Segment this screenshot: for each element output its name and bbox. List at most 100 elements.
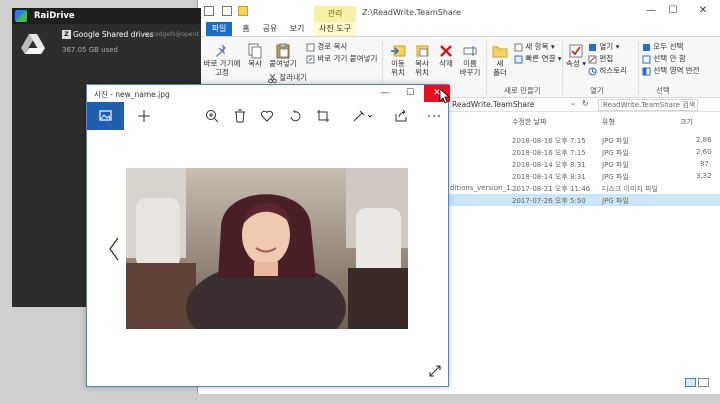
heart-icon [260, 110, 274, 122]
photos-viewer-window: 사진 - new_name.jpg — ☐ ✕ [86, 84, 450, 387]
open-button[interactable]: 열기 ▾ [588, 41, 619, 52]
raidrive-title: RaiDrive [34, 11, 75, 21]
file-date: 2017-08-21 오후 11:46 [512, 185, 591, 193]
google-drive-icon[interactable] [20, 32, 46, 56]
new-folder-icon[interactable] [238, 6, 248, 16]
folder-icon[interactable] [204, 6, 214, 16]
column-date[interactable]: 수정한 날짜 [512, 117, 546, 127]
file-type: JPG 파일 [602, 173, 629, 181]
file-size: 2,86 [696, 136, 712, 144]
file-row[interactable]: 2018-08-16 오후 7:15 JPG 파일 2,86 [448, 134, 720, 146]
tab-share[interactable]: 공유 [258, 22, 282, 36]
file-type: JPG 파일 [602, 137, 629, 145]
tab-home[interactable]: 홈 [236, 22, 256, 36]
zoom-button[interactable] [204, 108, 220, 124]
edit-create-button[interactable] [351, 108, 375, 124]
fullscreen-icon[interactable] [428, 364, 442, 378]
tab-picture-tools[interactable]: 사진 도구 [314, 22, 356, 36]
more-options-button[interactable] [426, 108, 442, 124]
select-none-button[interactable]: 선택 안 함 [642, 53, 686, 64]
minimize-button[interactable]: — [372, 85, 398, 102]
column-size[interactable]: 크기 [680, 117, 693, 127]
rotate-button[interactable] [287, 108, 303, 124]
raidrive-header: RaiDrive [12, 8, 201, 24]
invert-selection-button[interactable]: 선택 영역 반전 [642, 65, 700, 76]
file-size: 87 [700, 160, 709, 168]
properties-icon[interactable] [222, 6, 232, 16]
maximize-button[interactable]: ☐ [662, 4, 684, 18]
copy-path-button[interactable]: 경로 복사 [306, 41, 347, 52]
cut-button[interactable]: 잘라내기 [268, 72, 307, 83]
rename-button[interactable]: 이름 바꾸기 [458, 43, 482, 77]
zoom-in-icon [206, 110, 219, 123]
add-button[interactable] [136, 108, 152, 124]
file-row-selected[interactable]: 2017-07-26 오후 5:50 JPG 파일 [448, 194, 720, 206]
file-row[interactable]: 2018-08-14 오후 8:31 JPG 파일 3,32 [448, 170, 720, 182]
column-type[interactable]: 유형 [602, 117, 615, 127]
new-item-icon [514, 43, 523, 51]
refresh-icon[interactable]: ↻ [582, 99, 589, 108]
file-type: JPG 파일 [602, 161, 629, 169]
tab-file[interactable]: 파일 [206, 22, 232, 36]
select-all-icon [643, 43, 650, 51]
move-folder-icon [391, 45, 406, 57]
large-icons-view-icon[interactable] [698, 378, 709, 387]
delete-button[interactable]: 삭제 [436, 43, 456, 68]
drive-usage: 367.05 GB used [62, 46, 119, 54]
move-to-button[interactable]: 이동 위치 [386, 43, 410, 77]
move-to-label: 이동 위치 [391, 59, 405, 77]
photo-gallery-icon [99, 110, 112, 121]
previous-arrow-icon[interactable] [107, 236, 121, 262]
close-button[interactable]: ✕ [692, 4, 714, 18]
favorite-button[interactable] [259, 108, 275, 124]
folder-icon [492, 46, 508, 58]
copy-label: 복사 [248, 59, 262, 68]
easy-access-label: 빠른 연결 [525, 54, 556, 63]
copy-to-button[interactable]: 복사 위치 [410, 43, 434, 77]
select-none-label: 선택 안 함 [653, 54, 686, 63]
tab-manage[interactable]: 관리 [314, 6, 356, 22]
delete-label: 삭제 [439, 59, 453, 68]
collection-button[interactable] [87, 102, 124, 130]
group-open-label: 열기 [590, 86, 604, 95]
copy-button[interactable]: 복사 [244, 43, 266, 68]
properties-button[interactable]: 속성 ▾ [566, 43, 586, 68]
shortcut-icon [306, 55, 315, 63]
crop-button[interactable] [315, 108, 331, 124]
new-folder-button[interactable]: 새 폴더 [490, 43, 510, 77]
file-type: 디스크 이미지 파일 [602, 185, 658, 193]
minimize-button[interactable]: — [640, 4, 662, 18]
pin-button[interactable]: 바로 가기에 고정 [202, 43, 242, 77]
file-date: 2018-08-14 오후 8:31 [512, 173, 586, 181]
file-row[interactable]: 2018-08-16 오후 7:15 JPG 파일 2,60 [448, 146, 720, 158]
photos-title: 사진 - new_name.jpg [94, 90, 170, 99]
dropdown-chevron-icon[interactable]: ⌄ [570, 99, 576, 107]
file-date: 2018-08-14 오후 8:31 [512, 161, 586, 169]
select-all-button[interactable]: 모두 선택 [642, 41, 683, 52]
ribbon-separator [562, 41, 563, 95]
details-view-icon[interactable] [685, 378, 696, 387]
select-none-icon [642, 55, 651, 63]
properties-label: 속성 [566, 59, 580, 68]
file-row[interactable]: ditions_version_1... 2017-08-21 오후 11:46… [448, 182, 720, 194]
paste-button[interactable]: 붙여넣기 [268, 43, 298, 68]
easy-access-button[interactable]: 빠른 연결 ▾ [514, 53, 562, 64]
new-item-button[interactable]: 새 항목 ▾ [514, 41, 555, 52]
plus-icon [138, 110, 150, 122]
search-input[interactable]: ReadWrite.TeamShare 검색 [598, 99, 698, 111]
file-row[interactable]: 2018-08-14 오후 8:31 JPG 파일 87 [448, 158, 720, 170]
ribbon-tabs: 파일 홈 공유 보기 사진 도구 [198, 22, 720, 36]
paste-shortcut-button[interactable]: 바로 가기 붙여넣기 [306, 53, 377, 64]
edit-button[interactable]: 편집 [588, 53, 613, 64]
delete-button[interactable] [232, 108, 248, 124]
tab-view[interactable]: 보기 [286, 22, 308, 36]
copy-to-label: 복사 위치 [415, 59, 429, 77]
paste-shortcut-label: 바로 가기 붙여넣기 [317, 54, 378, 63]
address-text[interactable]: ReadWrite.TeamShare [452, 100, 535, 109]
pin-label: 바로 가기에 고정 [203, 59, 241, 77]
share-button[interactable] [393, 108, 409, 124]
copy-path-label: 경로 복사 [317, 42, 348, 51]
history-button[interactable]: 히스토리 [588, 65, 627, 76]
edit-icon [588, 55, 597, 63]
maximize-button[interactable]: ☐ [397, 85, 423, 102]
